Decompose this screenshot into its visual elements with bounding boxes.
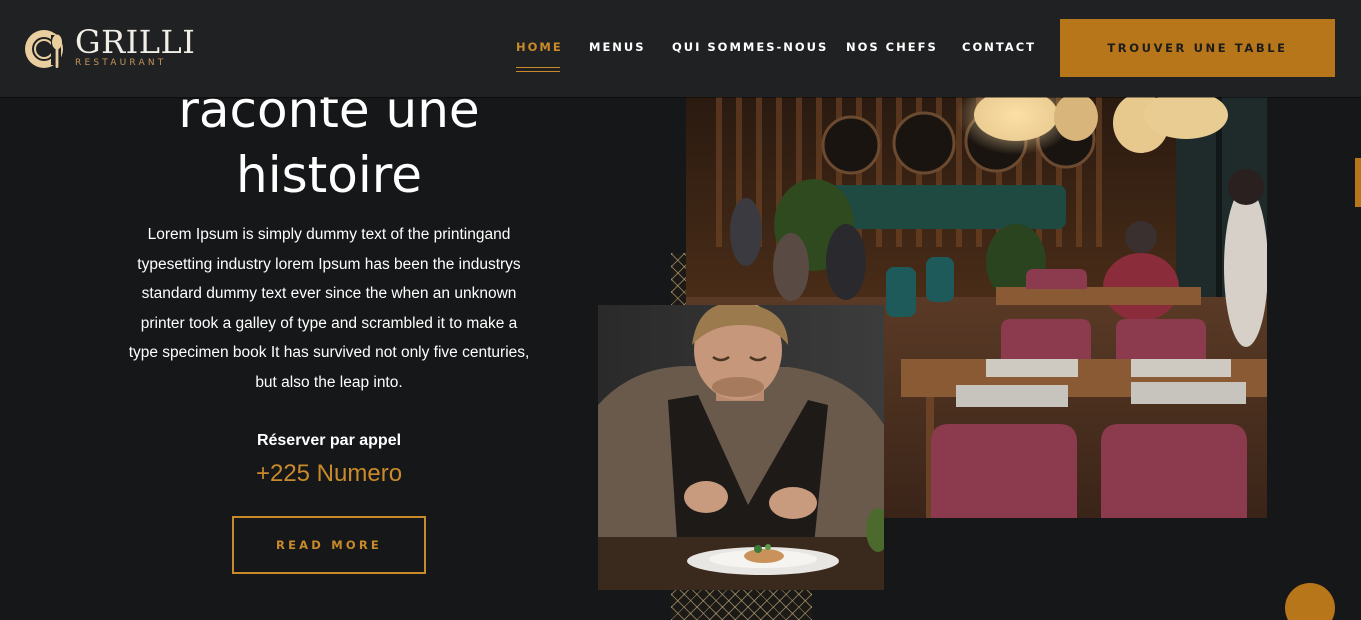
hero-description-line: standard dummy text ever since the when … xyxy=(141,285,517,303)
hero-heading-line-2: histoire xyxy=(236,146,422,204)
chef-plating-photo xyxy=(598,305,884,590)
active-nav-underline xyxy=(516,67,560,72)
brand-name: GRILLI xyxy=(75,23,196,61)
plate-and-spoon-icon xyxy=(25,30,63,68)
nav-home[interactable]: HOME xyxy=(516,40,563,54)
find-table-button[interactable]: TROUVER UNE TABLE xyxy=(1060,19,1335,77)
nav-nos-chefs[interactable]: NOS CHEFS xyxy=(846,40,938,54)
brand-tagline: RESTAURANT xyxy=(75,58,167,68)
reserve-label: Réserver par appel xyxy=(256,432,402,449)
read-more-button[interactable]: READ MORE xyxy=(232,516,426,574)
hero-description: Lorem Ipsum is simply dummy text of the … xyxy=(112,220,546,398)
brand-logo[interactable]: GRILLI RESTAURANT xyxy=(24,24,195,71)
hero-description-line: typesetting industry lorem Ipsum has bee… xyxy=(137,255,521,273)
nav-contact[interactable]: CONTACT xyxy=(962,40,1036,54)
hero-description-line: printer took a galley of type and scramb… xyxy=(140,314,518,332)
hero-description-line: type specimen book It has survived not o… xyxy=(128,344,530,362)
nav-qui-sommes-nous[interactable]: QUI SOMMES-NOUS xyxy=(672,40,828,54)
reserve-phone-link[interactable]: +225 Numero xyxy=(178,459,480,489)
hero-heading: raconte une histoire xyxy=(100,78,558,208)
hero-description-line: Lorem Ipsum is simply dummy text of the … xyxy=(147,226,511,243)
page: GRILLI RESTAURANT HOME MENUS QUI SOMMES-… xyxy=(0,0,1361,620)
decorative-pattern xyxy=(671,589,812,620)
nav-menus[interactable]: MENUS xyxy=(589,40,646,54)
back-to-top-button[interactable] xyxy=(1285,583,1335,620)
hero-description-line: but also the leap into. xyxy=(255,373,403,391)
side-accent-tab xyxy=(1355,158,1361,207)
site-header: GRILLI RESTAURANT HOME MENUS QUI SOMMES-… xyxy=(0,0,1361,97)
